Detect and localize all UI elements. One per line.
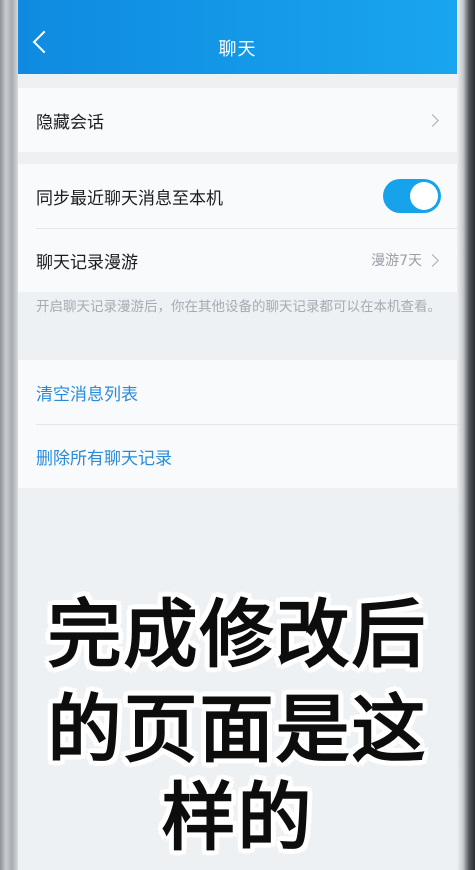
- delete-all-chats-row[interactable]: 删除所有聊天记录: [18, 424, 457, 488]
- hidden-chats-label: 隐藏会话: [36, 112, 104, 133]
- clear-message-list-row[interactable]: 清空消息列表: [18, 360, 457, 424]
- page-title: 聊天: [218, 39, 257, 60]
- caption-line-3: 样的: [161, 775, 314, 861]
- hidden-chats-section: 隐藏会话: [18, 88, 457, 152]
- sync-toggle[interactable]: [383, 179, 441, 213]
- caption-line-1: 完成修改后: [47, 592, 428, 678]
- toggle-knob: [410, 182, 438, 210]
- delete-all-chats-label: 删除所有聊天记录: [36, 448, 172, 469]
- sync-section: 同步最近聊天消息至本机 聊天记录漫游 漫游7天: [18, 164, 457, 292]
- sync-recent-messages-row: 同步最近聊天消息至本机: [18, 164, 457, 228]
- navigation-bar: 聊天: [18, 0, 457, 74]
- chat-roaming-label: 聊天记录漫游: [36, 252, 138, 273]
- hidden-chats-row[interactable]: 隐藏会话: [18, 88, 457, 152]
- clear-message-list-label: 清空消息列表: [36, 384, 138, 405]
- chevron-right-icon: [426, 113, 439, 127]
- roaming-hint-text: 开启聊天记录漫游后，你在其他设备的聊天记录都可以在本机查看。: [36, 299, 441, 315]
- chat-roaming-value: 漫游7天: [371, 253, 422, 269]
- sync-recent-messages-label: 同步最近聊天消息至本机: [36, 188, 223, 209]
- actions-section: 清空消息列表 删除所有聊天记录: [18, 360, 457, 488]
- chevron-right-icon: [426, 253, 439, 267]
- chat-roaming-row[interactable]: 聊天记录漫游 漫游7天: [18, 228, 457, 292]
